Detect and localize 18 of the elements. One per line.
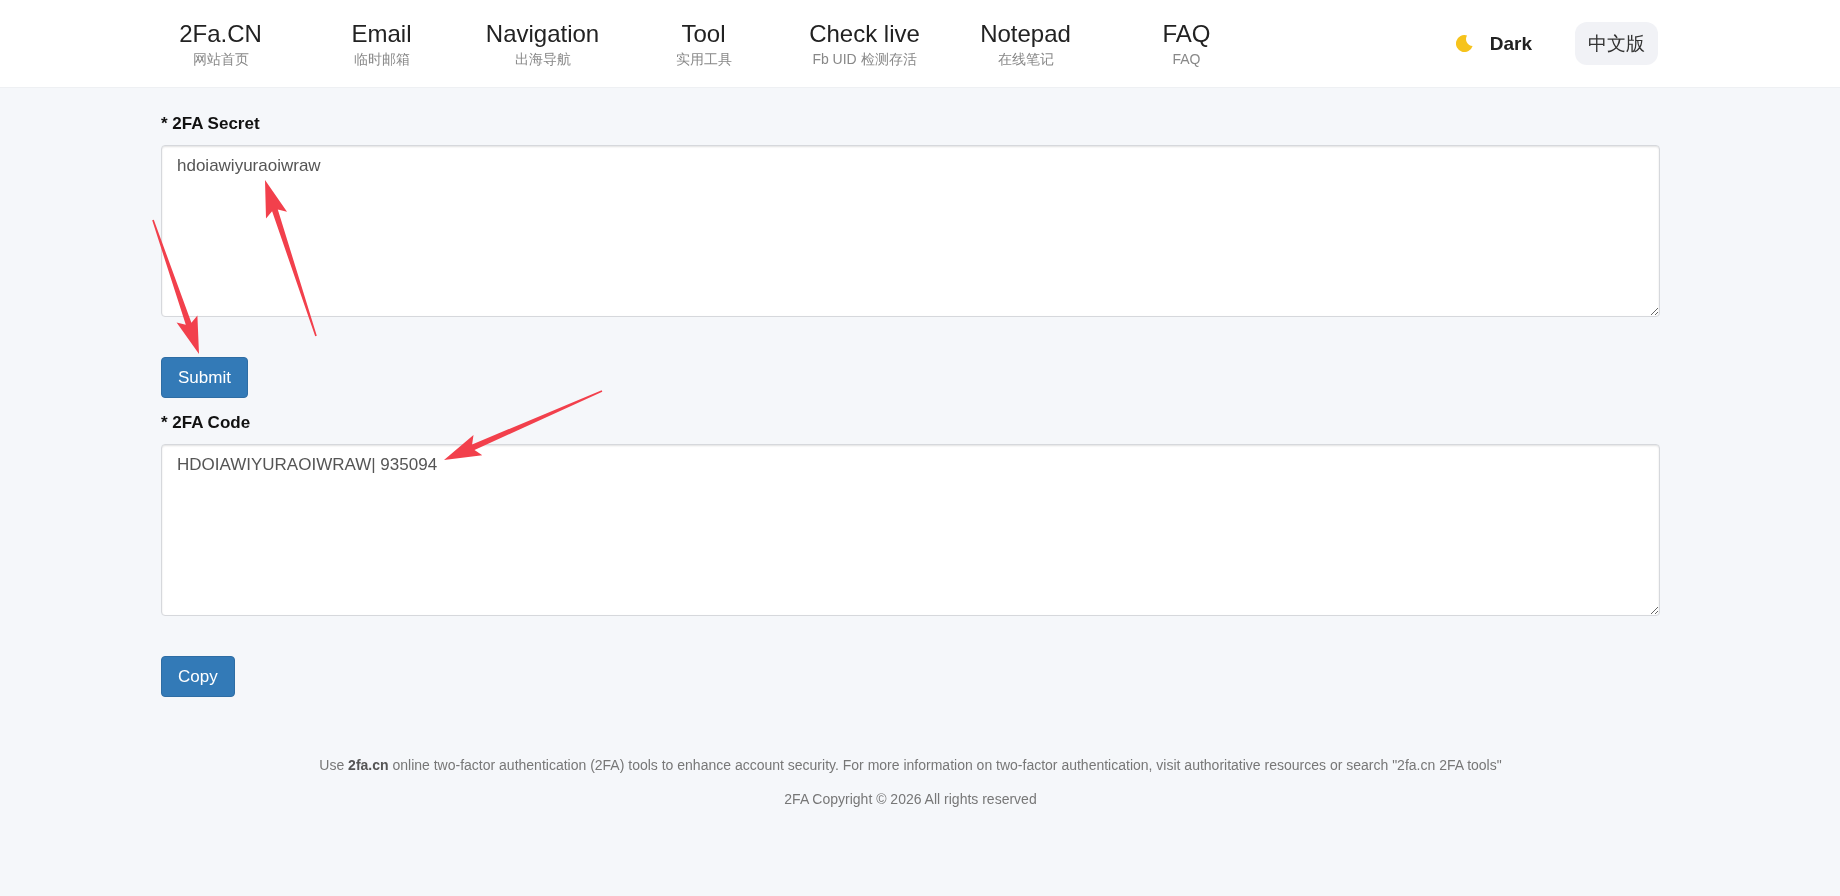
nav-link[interactable]: 2Fa.CN 网站首页 <box>140 19 301 68</box>
moon-icon <box>1455 35 1473 52</box>
nav-link[interactable]: FAQ FAQ <box>1106 19 1267 68</box>
footer-note: Use 2fa.cn online two-factor authentication (2FA) tools to enhance account security. For more information on two-factor authentication, visit authoritative resources or search "2fa.cn 2FA tools" <box>318 756 1503 775</box>
nav-link[interactable]: Tool 实用工具 <box>623 19 784 68</box>
nav-link[interactable]: Check live Fb UID 检测存活 <box>784 19 945 68</box>
dark-mode-button[interactable]: Dark <box>1447 25 1540 62</box>
nav-link[interactable]: Navigation 出海导航 <box>462 19 623 68</box>
nav-link[interactable]: Notepad 在线笔记 <box>945 19 1106 68</box>
secret-textarea[interactable]: hdoiawiyuraoiwraw <box>161 145 1660 317</box>
copy-button[interactable]: Copy <box>161 656 235 697</box>
field-label: * 2FA Secret <box>161 113 261 135</box>
submit-button[interactable]: Submit <box>161 357 248 398</box>
language-button[interactable]: 中文版 <box>1575 22 1658 65</box>
code-textarea[interactable]: HDOIAWIYURAOIWRAW| 935094 <box>161 444 1660 616</box>
field-label: * 2FA Code <box>161 412 252 434</box>
copyright-text: 2FA Copyright © 2026 All rights reserved <box>783 790 1038 809</box>
nav-link[interactable]: Email 临时邮箱 <box>301 19 462 68</box>
